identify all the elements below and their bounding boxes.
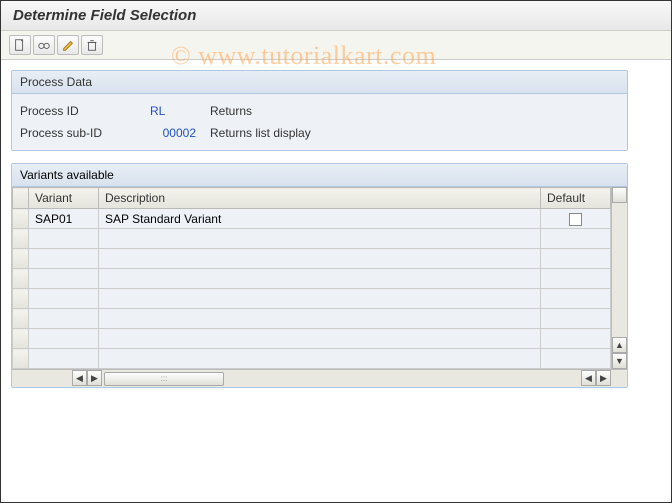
row-selector-header[interactable] xyxy=(13,188,29,209)
variants-panel: Variants available Variant Description D… xyxy=(11,163,628,388)
process-subid-label: Process sub-ID xyxy=(20,126,150,140)
table-row[interactable]: SAP01SAP Standard Variant xyxy=(13,209,611,229)
cell-variant[interactable] xyxy=(29,309,99,329)
cell-default[interactable] xyxy=(541,349,611,369)
cell-default[interactable] xyxy=(541,229,611,249)
page-title: Determine Field Selection xyxy=(13,7,659,24)
cell-variant[interactable]: SAP01 xyxy=(29,209,99,229)
scroll-left-button[interactable]: ▶ xyxy=(87,370,102,386)
row-selector[interactable] xyxy=(13,349,29,369)
table-row[interactable] xyxy=(13,249,611,269)
title-bar: Determine Field Selection xyxy=(1,1,671,31)
cell-description[interactable] xyxy=(99,229,541,249)
cell-variant[interactable] xyxy=(29,249,99,269)
cell-variant[interactable] xyxy=(29,349,99,369)
scroll-top-button[interactable] xyxy=(612,187,627,203)
horizontal-scrollbar[interactable]: ◀ ▶ ::: ◀ ▶ xyxy=(12,369,627,387)
new-document-icon xyxy=(13,38,27,52)
hscroll-thumb[interactable]: ::: xyxy=(104,372,224,386)
cell-variant[interactable] xyxy=(29,229,99,249)
scroll-last-button[interactable]: ▶ xyxy=(596,370,611,386)
process-subid-desc: Returns list display xyxy=(210,126,619,140)
table-row[interactable] xyxy=(13,269,611,289)
delete-button[interactable] xyxy=(81,35,103,55)
cell-default[interactable] xyxy=(541,329,611,349)
cell-default[interactable] xyxy=(541,269,611,289)
vertical-scrollbar[interactable]: ▲ ▼ xyxy=(611,187,627,369)
scroll-first-button[interactable]: ◀ xyxy=(72,370,87,386)
toolbar xyxy=(1,31,671,60)
row-selector[interactable] xyxy=(13,309,29,329)
cell-variant[interactable] xyxy=(29,269,99,289)
column-description[interactable]: Description xyxy=(99,188,541,209)
process-id-desc: Returns xyxy=(210,104,619,118)
cell-default[interactable] xyxy=(541,309,611,329)
variants-table: Variant Description Default SAP01SAP Sta… xyxy=(12,187,611,369)
cell-description[interactable]: SAP Standard Variant xyxy=(99,209,541,229)
cell-description[interactable] xyxy=(99,269,541,289)
glasses-icon xyxy=(37,38,51,52)
pencil-icon xyxy=(61,38,75,52)
cell-description[interactable] xyxy=(99,329,541,349)
cell-variant[interactable] xyxy=(29,329,99,349)
cell-description[interactable] xyxy=(99,309,541,329)
new-button[interactable] xyxy=(9,35,31,55)
table-row[interactable] xyxy=(13,229,611,249)
row-selector[interactable] xyxy=(13,229,29,249)
process-subid-row: Process sub-ID 00002 Returns list displa… xyxy=(20,122,619,144)
cell-description[interactable] xyxy=(99,249,541,269)
column-variant[interactable]: Variant xyxy=(29,188,99,209)
process-subid-value[interactable]: 00002 xyxy=(150,126,210,140)
row-selector[interactable] xyxy=(13,289,29,309)
hscroll-track[interactable]: ::: xyxy=(102,370,462,387)
column-default[interactable]: Default xyxy=(541,188,611,209)
variants-header: Variants available xyxy=(12,164,627,187)
cell-default[interactable] xyxy=(541,249,611,269)
trash-icon xyxy=(85,38,99,52)
cell-variant[interactable] xyxy=(29,289,99,309)
display-button[interactable] xyxy=(33,35,55,55)
cell-description[interactable] xyxy=(99,289,541,309)
table-row[interactable] xyxy=(13,289,611,309)
row-selector[interactable] xyxy=(13,209,29,229)
row-selector[interactable] xyxy=(13,329,29,349)
process-data-header: Process Data xyxy=(12,71,627,94)
scroll-right-button[interactable]: ◀ xyxy=(581,370,596,386)
process-id-label: Process ID xyxy=(20,104,150,118)
scroll-up-button[interactable]: ▲ xyxy=(612,337,627,353)
process-id-row: Process ID RL Returns xyxy=(20,100,619,122)
table-row[interactable] xyxy=(13,309,611,329)
process-data-panel: Process Data Process ID RL Returns Proce… xyxy=(11,70,628,151)
table-row[interactable] xyxy=(13,349,611,369)
cell-description[interactable] xyxy=(99,349,541,369)
edit-button[interactable] xyxy=(57,35,79,55)
row-selector[interactable] xyxy=(13,249,29,269)
table-row[interactable] xyxy=(13,329,611,349)
cell-default[interactable] xyxy=(541,209,611,229)
scroll-down-button[interactable]: ▼ xyxy=(612,353,627,369)
process-id-value[interactable]: RL xyxy=(150,104,210,118)
cell-default[interactable] xyxy=(541,289,611,309)
row-selector[interactable] xyxy=(13,269,29,289)
checkbox-icon[interactable] xyxy=(569,213,582,226)
